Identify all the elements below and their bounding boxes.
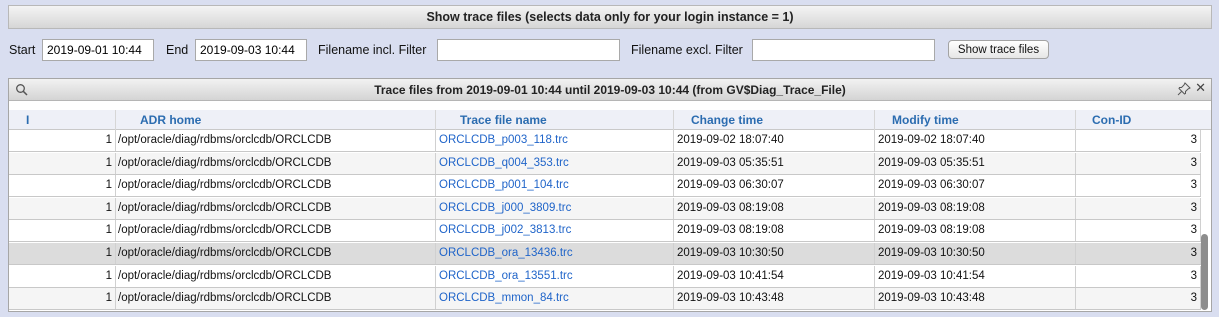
cell-con-id: 3 [1076,130,1201,151]
cell-modify-time: 2019-09-03 06:30:07 [875,175,1076,197]
trace-files-grid: Trace files from 2019-09-01 10:44 until … [8,78,1212,312]
cell-con-id: 3 [1076,288,1201,310]
cell-con-id: 3 [1076,220,1201,242]
cell-change-time: 2019-09-02 18:07:40 [674,130,875,151]
pin-icon[interactable] [1177,82,1191,96]
cell-change-time: 2019-09-03 10:30:50 [674,243,875,264]
cell-instance: 1 [9,152,116,174]
cell-con-id: 3 [1076,175,1201,197]
cell-modify-time: 2019-09-03 08:19:08 [875,197,1076,219]
cell-adr-home: /opt/oracle/diag/rdbms/orclcdb/ORCLCDB [116,265,436,287]
column-header-change-time[interactable]: Change time [674,110,875,130]
table-row[interactable]: 1/opt/oracle/diag/rdbms/orclcdb/ORCLCDB O… [9,243,1201,265]
grid-title: Trace files from 2019-09-01 10:44 until … [374,82,846,97]
cell-modify-time: 2019-09-02 18:07:40 [875,130,1076,151]
cell-trace-file-name[interactable]: ORCLCDB_mmon_84.trc [436,288,674,310]
cell-con-id: 3 [1076,243,1201,264]
table-row[interactable]: 1/opt/oracle/diag/rdbms/orclcdb/ORCLCDB O… [9,265,1201,288]
column-header-modify-time[interactable]: Modify time [875,110,1076,130]
cell-trace-file-name[interactable]: ORCLCDB_ora_13436.trc [436,243,674,264]
cell-trace-file-name[interactable]: ORCLCDB_p001_104.trc [436,175,674,197]
cell-modify-time: 2019-09-03 08:19:08 [875,220,1076,242]
cell-adr-home: /opt/oracle/diag/rdbms/orclcdb/ORCLCDB [116,220,436,242]
cell-change-time: 2019-09-03 06:30:07 [674,175,875,197]
grid-title-bar: Trace files from 2019-09-01 10:44 until … [9,79,1211,101]
table-row[interactable]: 1/opt/oracle/diag/rdbms/orclcdb/ORCLCDB O… [9,288,1201,311]
table-row[interactable]: 1/opt/oracle/diag/rdbms/orclcdb/ORCLCDB O… [9,175,1201,198]
cell-instance: 1 [9,243,116,264]
cell-modify-time: 2019-09-03 10:30:50 [875,243,1076,264]
column-header-con-id[interactable]: Con-ID [1076,110,1201,130]
cell-trace-file-name[interactable]: ORCLCDB_j002_3813.trc [436,220,674,242]
cell-adr-home: /opt/oracle/diag/rdbms/orclcdb/ORCLCDB [116,152,436,174]
column-header-instance[interactable]: I [9,110,116,130]
cell-instance: 1 [9,130,116,151]
table-row[interactable]: 1/opt/oracle/diag/rdbms/orclcdb/ORCLCDB O… [9,197,1201,220]
table-row[interactable]: 1/opt/oracle/diag/rdbms/orclcdb/ORCLCDB O… [9,220,1201,243]
scrollbar-thumb[interactable] [1201,234,1208,310]
cell-instance: 1 [9,288,116,310]
cell-modify-time: 2019-09-03 05:35:51 [875,152,1076,174]
filename-incl-label: Filename incl. Filter [318,43,427,57]
cell-trace-file-name[interactable]: ORCLCDB_ora_13551.trc [436,265,674,287]
cell-con-id: 3 [1076,265,1201,287]
cell-change-time: 2019-09-03 10:41:54 [674,265,875,287]
page-header: Show trace files (selects data only for … [8,5,1212,29]
vertical-scrollbar[interactable] [1200,130,1209,311]
magnifier-icon[interactable] [15,83,29,97]
cell-instance: 1 [9,175,116,197]
end-label: End [166,43,189,57]
cell-instance: 1 [9,265,116,287]
cell-con-id: 3 [1076,197,1201,219]
cell-change-time: 2019-09-03 05:35:51 [674,152,875,174]
cell-trace-file-name[interactable]: ORCLCDB_q004_353.trc [436,152,674,174]
cell-con-id: 3 [1076,152,1201,174]
filename-incl-input[interactable] [437,39,620,61]
column-header-adr-home[interactable]: ADR home [116,110,436,130]
cell-modify-time: 2019-09-03 10:41:54 [875,265,1076,287]
cell-instance: 1 [9,220,116,242]
cell-trace-file-name[interactable]: ORCLCDB_p003_118.trc [436,130,674,151]
end-date-input[interactable] [195,39,307,61]
start-date-input[interactable] [42,39,154,61]
column-header-row: I ADR home Trace file name Change time M… [9,110,1211,130]
cell-trace-file-name[interactable]: ORCLCDB_j000_3809.trc [436,197,674,219]
cell-change-time: 2019-09-03 10:43:48 [674,288,875,310]
table-row[interactable]: 1/opt/oracle/diag/rdbms/orclcdb/ORCLCDB O… [9,152,1201,175]
filename-excl-label: Filename excl. Filter [631,43,743,57]
table-row[interactable]: 1/opt/oracle/diag/rdbms/orclcdb/ORCLCDB O… [9,130,1201,152]
cell-instance: 1 [9,197,116,219]
cell-modify-time: 2019-09-03 10:43:48 [875,288,1076,310]
column-header-trace-file-name[interactable]: Trace file name [436,110,674,130]
close-icon[interactable]: ✕ [1195,81,1206,95]
start-label: Start [9,43,36,57]
cell-change-time: 2019-09-03 08:19:08 [674,197,875,219]
show-trace-files-button[interactable]: Show trace files [948,40,1049,59]
cell-adr-home: /opt/oracle/diag/rdbms/orclcdb/ORCLCDB [116,175,436,197]
cell-adr-home: /opt/oracle/diag/rdbms/orclcdb/ORCLCDB [116,130,436,151]
filename-excl-input[interactable] [752,39,935,61]
cell-change-time: 2019-09-03 08:19:08 [674,220,875,242]
page-title: Show trace files (selects data only for … [426,10,794,24]
cell-adr-home: /opt/oracle/diag/rdbms/orclcdb/ORCLCDB [116,197,436,219]
cell-adr-home: /opt/oracle/diag/rdbms/orclcdb/ORCLCDB [116,288,436,310]
cell-adr-home: /opt/oracle/diag/rdbms/orclcdb/ORCLCDB [116,243,436,264]
